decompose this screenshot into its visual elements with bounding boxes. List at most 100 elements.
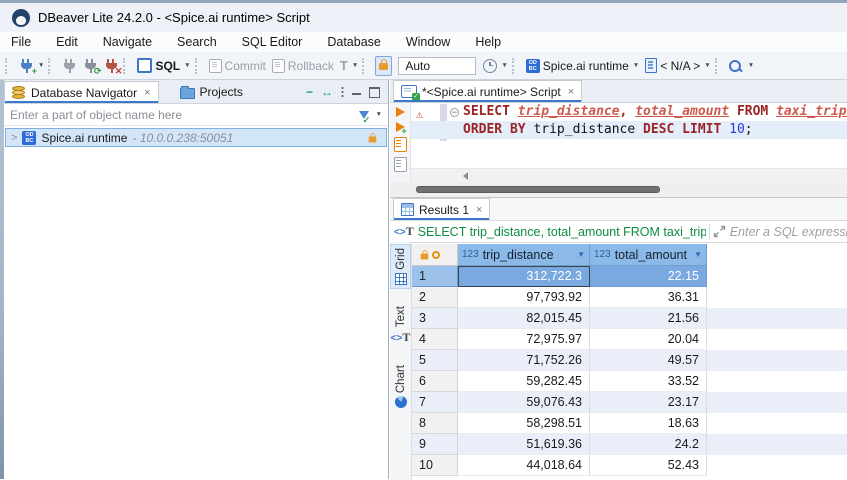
- row-number-cell[interactable]: 9: [412, 434, 458, 455]
- execute-script-button[interactable]: [394, 137, 407, 152]
- chevron-down-icon[interactable]: ▼: [704, 62, 710, 69]
- grid-row[interactable]: 382,015.4521.56: [412, 308, 847, 329]
- history-button[interactable]: ▼: [480, 57, 510, 75]
- minimize-icon[interactable]: [352, 89, 361, 95]
- grid-cell[interactable]: 22.15: [590, 266, 707, 287]
- close-icon[interactable]: ×: [568, 86, 574, 98]
- row-number-cell[interactable]: 10: [412, 455, 458, 476]
- row-number-cell[interactable]: 7: [412, 392, 458, 413]
- row-number-cell[interactable]: 5: [412, 350, 458, 371]
- row-number-cell[interactable]: 8: [412, 413, 458, 434]
- active-connection-selector[interactable]: ODBCSpice.ai runtime▼: [523, 57, 642, 75]
- grid-row[interactable]: 858,298.5118.63: [412, 413, 847, 434]
- execute-new-tab-button[interactable]: [396, 122, 405, 132]
- grid-row[interactable]: 1312,722.322.15: [412, 266, 847, 287]
- result-query-text[interactable]: SELECT trip_distance, total_amount FROM …: [418, 225, 706, 239]
- autocommit-lock-toggle[interactable]: [375, 56, 392, 76]
- chevron-down-icon[interactable]: ▼: [184, 62, 190, 69]
- grid-cell[interactable]: 49.57: [590, 350, 707, 371]
- menu-sql-editor[interactable]: SQL Editor: [242, 35, 303, 49]
- column-header-trip-distance[interactable]: 123 trip_distance ▼: [458, 244, 590, 266]
- menu-search[interactable]: Search: [177, 35, 217, 49]
- chevron-down-icon[interactable]: ▼: [748, 62, 754, 69]
- explain-plan-button[interactable]: [394, 157, 407, 172]
- row-number-cell[interactable]: 6: [412, 371, 458, 392]
- grid-row[interactable]: 297,793.9236.31: [412, 287, 847, 308]
- commit-button[interactable]: Commit: [206, 57, 269, 75]
- new-connection-button[interactable]: +▼: [16, 56, 47, 75]
- grid-row[interactable]: 659,282.4533.52: [412, 371, 847, 392]
- grid-cell[interactable]: 82,015.45: [458, 308, 590, 329]
- menu-navigate[interactable]: Navigate: [103, 35, 152, 49]
- grid-row[interactable]: 759,076.4323.17: [412, 392, 847, 413]
- rollback-button[interactable]: Rollback: [269, 57, 337, 75]
- sql-editor[interactable]: ⚠ SELECT trip_distance, total_amount FRO…: [411, 103, 847, 168]
- tab-results-1[interactable]: Results 1 ×: [393, 198, 490, 220]
- fold-collapse-icon[interactable]: −: [450, 108, 459, 117]
- object-filter-input[interactable]: Enter a part of object name here: [10, 108, 359, 122]
- close-icon[interactable]: ×: [476, 204, 482, 216]
- menu-window[interactable]: Window: [406, 35, 450, 49]
- view-menu-icon[interactable]: [341, 86, 344, 98]
- chevron-down-icon[interactable]: ▼: [501, 62, 507, 69]
- sort-desc-icon[interactable]: ▼: [694, 244, 702, 266]
- maximize-icon[interactable]: [369, 87, 380, 98]
- execute-statement-button[interactable]: [396, 107, 405, 117]
- tab-grid[interactable]: Grid: [390, 244, 411, 289]
- menu-database[interactable]: Database: [327, 35, 381, 49]
- menu-edit[interactable]: Edit: [56, 35, 78, 49]
- grid-cell[interactable]: 59,282.45: [458, 371, 590, 392]
- grid-cell[interactable]: 58,298.51: [458, 413, 590, 434]
- tab-text[interactable]: Text <>T: [390, 303, 411, 348]
- grid-cell[interactable]: 18.63: [590, 413, 707, 434]
- row-number-cell[interactable]: 2: [412, 287, 458, 308]
- grid-cell[interactable]: 52.43: [590, 455, 707, 476]
- grid-row[interactable]: 951,619.3624.2: [412, 434, 847, 455]
- column-header-total-amount[interactable]: 123 total_amount ▼: [590, 244, 707, 266]
- grid-cell[interactable]: 51,619.36: [458, 434, 590, 455]
- row-number-cell[interactable]: 1: [412, 266, 458, 287]
- link-with-editor-icon[interactable]: ↔: [321, 85, 333, 99]
- scroll-left-arrow-icon[interactable]: [463, 172, 468, 180]
- reconnect-button[interactable]: ⟳: [80, 56, 101, 75]
- grid-cell[interactable]: 20.04: [590, 329, 707, 350]
- grid-cell[interactable]: 24.2: [590, 434, 707, 455]
- chevron-down-icon[interactable]: ▼: [352, 62, 358, 69]
- grid-cell[interactable]: 97,793.92: [458, 287, 590, 308]
- chevron-down-icon[interactable]: ▼: [38, 62, 44, 69]
- grid-cell[interactable]: 23.17: [590, 392, 707, 413]
- search-button[interactable]: ▼: [726, 58, 757, 74]
- transaction-mode-button[interactable]: T▼: [337, 57, 361, 74]
- editor-hscrollbar[interactable]: [411, 168, 847, 182]
- grid-cell[interactable]: 33.52: [590, 371, 707, 392]
- grid-cell[interactable]: 21.56: [590, 308, 707, 329]
- grid-cell[interactable]: 72,975.97: [458, 329, 590, 350]
- tab-sql-script[interactable]: *<Spice.ai runtime> Script ×: [393, 80, 582, 102]
- grid-cell[interactable]: 71,752.26: [458, 350, 590, 371]
- menu-help[interactable]: Help: [475, 35, 501, 49]
- grid-row[interactable]: 571,752.2649.57: [412, 350, 847, 371]
- tab-projects[interactable]: Projects: [173, 81, 250, 103]
- commit-mode-combo[interactable]: Auto: [398, 57, 476, 75]
- filter-expression-input[interactable]: Enter a SQL expression to: [730, 225, 847, 239]
- grid-cell[interactable]: 312,722.3: [458, 266, 590, 287]
- chevron-down-icon[interactable]: ▼: [633, 62, 639, 69]
- expand-chevron-icon[interactable]: >: [11, 132, 17, 144]
- code-line[interactable]: ORDER BY trip_distance DESC LIMIT 10;: [411, 121, 847, 139]
- grid-cell[interactable]: 59,076.43: [458, 392, 590, 413]
- menu-file[interactable]: File: [11, 35, 31, 49]
- tab-database-navigator[interactable]: Database Navigator ×: [4, 81, 159, 103]
- sash-handle[interactable]: [416, 186, 660, 193]
- close-icon[interactable]: ×: [144, 87, 150, 99]
- disconnect-button[interactable]: ✕: [101, 56, 122, 75]
- chevron-down-icon[interactable]: ▼: [376, 111, 382, 118]
- active-catalog-selector[interactable]: < N/A >▼: [642, 56, 713, 75]
- grid-row[interactable]: 1044,018.6452.43: [412, 455, 847, 476]
- expand-filter-icon[interactable]: [713, 225, 726, 238]
- grid-cell[interactable]: 36.31: [590, 287, 707, 308]
- editor-results-sash[interactable]: [390, 182, 847, 197]
- code-line[interactable]: SELECT trip_distance, total_amount FROM …: [411, 103, 847, 121]
- connect-button[interactable]: [59, 56, 80, 75]
- collapse-all-icon[interactable]: −: [306, 85, 313, 99]
- grid-corner-cell[interactable]: [412, 244, 458, 266]
